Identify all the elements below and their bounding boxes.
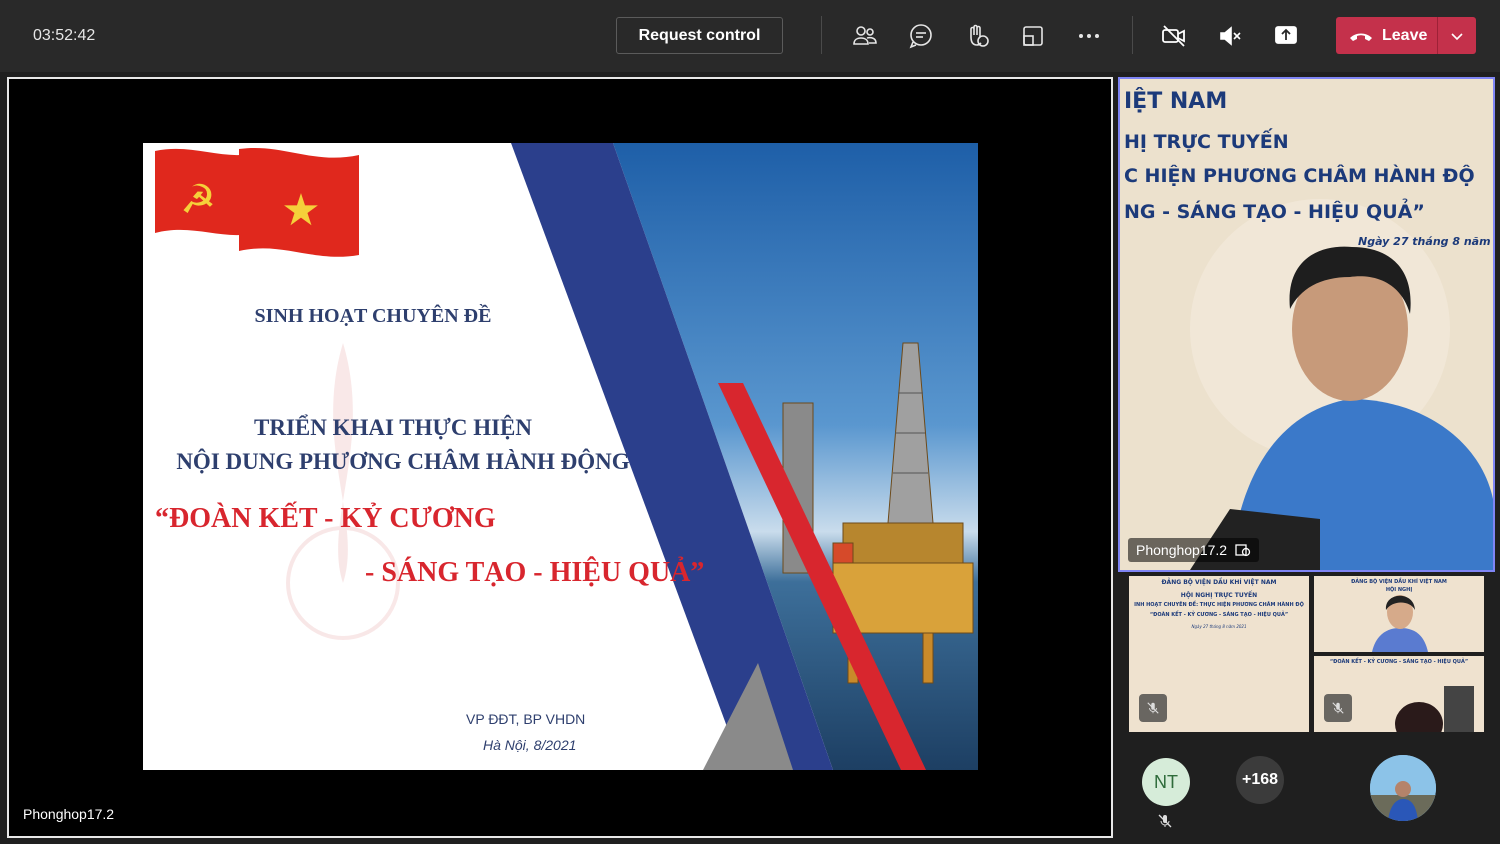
banner-date: Ngày 27 tháng 8 năm bbox=[1358, 235, 1491, 248]
shared-content-stage: ☭ ★ SINH HOẠT CHUYÊN ĐỀ TRIỂN KHAI THỰC … bbox=[7, 77, 1113, 838]
pinned-video-tile[interactable]: IỆT NAM HỊ TRỰC TUYẾN C HIỆN PHƯƠNG CHÂM… bbox=[1118, 77, 1495, 572]
svg-text:★: ★ bbox=[281, 185, 320, 236]
slide-motto-line1: “ĐOÀN KẾT - KỶ CƯƠNG bbox=[155, 503, 496, 534]
slide-heading-line2: NỘI DUNG PHƯƠNG CHÂM HÀNH ĐỘNG bbox=[176, 449, 630, 474]
more-participants-button[interactable]: +168 bbox=[1236, 756, 1284, 804]
share-tray-icon[interactable] bbox=[1017, 20, 1049, 52]
camera-off-icon[interactable] bbox=[1158, 20, 1190, 52]
slide-subtitle: SINH HOẠT CHUYÊN ĐỀ bbox=[254, 305, 492, 327]
avatar[interactable] bbox=[1370, 755, 1436, 821]
tile-text: “ĐOÀN KẾT - KỶ CƯƠNG - SÁNG TẠO - HIỆU Q… bbox=[1149, 612, 1289, 618]
tile-text: INH HOẠT CHUYÊN ĐỀ: THỰC HIỆN PHƯƠNG CHÂ… bbox=[1134, 602, 1304, 608]
svg-text:☭: ☭ bbox=[180, 177, 216, 223]
tile-text: HỘI NGHỊ TRỰC TUYẾN bbox=[1180, 592, 1258, 599]
raise-hand-icon[interactable] bbox=[961, 20, 993, 52]
leave-label: Leave bbox=[1382, 26, 1428, 44]
leave-main[interactable]: Leave bbox=[1336, 17, 1437, 54]
avatar-photo-image bbox=[1370, 755, 1436, 821]
slide-heading-line1: TRIỂN KHAI THỰC HIỆN bbox=[254, 415, 532, 440]
presenter-name: Phonghop17.2 bbox=[23, 806, 115, 822]
banner-line: NG - SÁNG TẠO - HIỆU QUẢ” bbox=[1124, 201, 1425, 223]
room-device-icon bbox=[1235, 544, 1251, 557]
tile-text: Ngày 27 tháng 8 năm 2021 bbox=[1191, 624, 1247, 629]
presentation-slide: ☭ ★ SINH HOẠT CHUYÊN ĐỀ TRIỂN KHAI THỰC … bbox=[143, 143, 978, 770]
lotus-watermark bbox=[286, 343, 400, 640]
chat-icon[interactable] bbox=[905, 20, 937, 52]
meeting-toolbar: 03:52:42 Request control Leave bbox=[0, 0, 1500, 72]
mic-muted-icon[interactable] bbox=[1214, 20, 1246, 52]
slide-date: Hà Nội, 8/2021 bbox=[483, 737, 577, 753]
banner-line: HỊ TRỰC TUYẾN bbox=[1124, 131, 1289, 153]
request-control-button[interactable]: Request control bbox=[616, 17, 783, 54]
mic-muted-icon bbox=[1324, 694, 1352, 722]
share-screen-icon[interactable] bbox=[1270, 20, 1302, 52]
hang-up-icon bbox=[1350, 33, 1372, 41]
meeting-timer: 03:52:42 bbox=[33, 27, 96, 44]
avatar[interactable]: NT bbox=[1142, 758, 1190, 806]
mic-muted-icon bbox=[1158, 814, 1172, 828]
participant-tile[interactable]: “ĐOÀN KẾT - KỶ CƯƠNG - SÁNG TẠO - HIỆU Q… bbox=[1314, 656, 1484, 732]
people-icon[interactable] bbox=[849, 20, 881, 52]
more-icon[interactable] bbox=[1073, 20, 1105, 52]
participant-name-label: Phonghop17.2 bbox=[1136, 542, 1228, 558]
participant-video-feed bbox=[1372, 595, 1428, 652]
slide-organization: VP ĐĐT, BP VHDN bbox=[466, 711, 586, 727]
chevron-down-icon bbox=[1451, 32, 1463, 40]
leave-options-button[interactable] bbox=[1438, 17, 1476, 54]
slide-motto-line2: - SÁNG TẠO - HIỆU QUẢ” bbox=[365, 557, 705, 588]
leave-button[interactable]: Leave bbox=[1336, 17, 1476, 54]
toolbar-divider bbox=[821, 16, 822, 54]
participant-tile[interactable]: ĐẢNG BỘ VIỆN DẦU KHÍ VIỆT NAM HỘI NGHỊ T… bbox=[1129, 576, 1309, 732]
banner-line: C HIỆN PHƯƠNG CHÂM HÀNH ĐỘ bbox=[1124, 165, 1475, 187]
toolbar-divider bbox=[1132, 16, 1133, 54]
pinned-participant-name: Phonghop17.2 bbox=[1128, 538, 1260, 562]
banner-line: IỆT NAM bbox=[1124, 89, 1228, 114]
participant-tile[interactable]: ĐẢNG BỘ VIỆN DẦU KHÍ VIỆT NAM HỘI NGHỊ bbox=[1314, 576, 1484, 652]
national-flag-icon: ★ bbox=[239, 147, 359, 257]
tile-text: ĐẢNG BỘ VIỆN DẦU KHÍ VIỆT NAM bbox=[1161, 579, 1277, 586]
mic-muted-icon bbox=[1139, 694, 1167, 722]
